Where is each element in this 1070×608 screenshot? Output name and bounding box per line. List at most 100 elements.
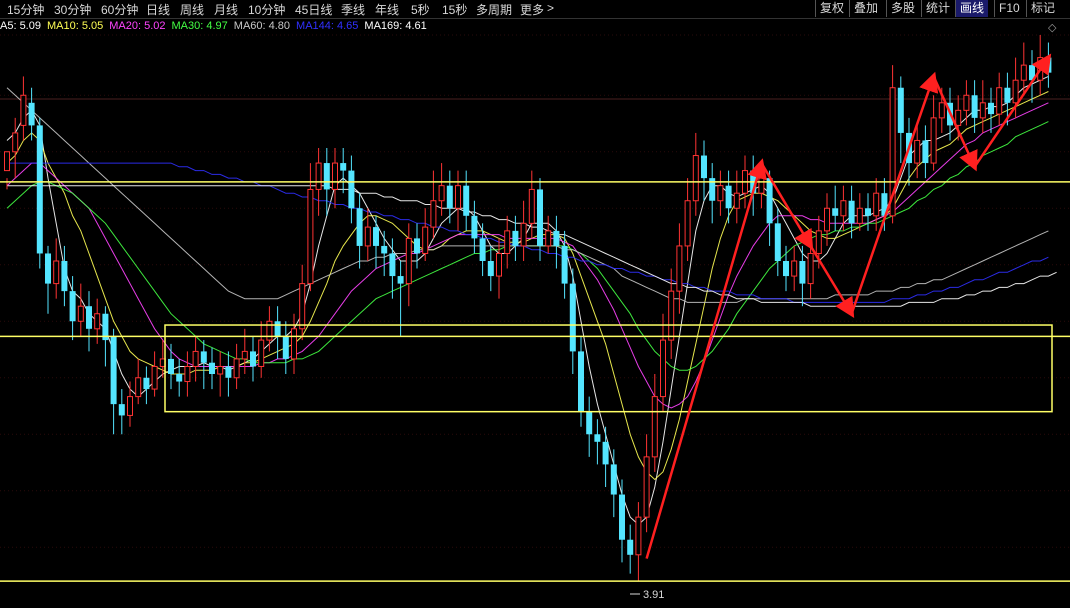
candle-body xyxy=(291,328,297,360)
candle-body xyxy=(381,245,388,254)
candle-body xyxy=(422,226,429,254)
candle-body xyxy=(414,238,420,254)
candle-body xyxy=(815,230,822,254)
candle-body xyxy=(840,200,847,217)
candle-body xyxy=(332,162,338,190)
candle-body xyxy=(151,365,158,390)
candle-body xyxy=(955,109,962,126)
candle-body xyxy=(569,283,576,352)
trend-arrow xyxy=(809,245,855,319)
candle-body xyxy=(996,87,1003,115)
candle-body xyxy=(692,155,699,202)
candle-body xyxy=(897,87,904,133)
candle-body xyxy=(487,261,494,277)
candle-body xyxy=(20,94,27,126)
candle-body xyxy=(168,358,174,374)
candle-body xyxy=(586,411,593,435)
candle-body xyxy=(832,208,839,216)
candle-body xyxy=(69,291,76,322)
candle-body xyxy=(668,290,675,341)
candle-body xyxy=(135,377,142,398)
candle-body xyxy=(110,336,117,405)
candle-body xyxy=(250,351,256,367)
candle-body xyxy=(733,192,740,209)
candle-body xyxy=(561,245,568,284)
candle-body xyxy=(364,226,371,247)
candle-body xyxy=(430,200,437,228)
candle-body xyxy=(873,192,880,217)
candle-body xyxy=(717,185,724,202)
candle-body xyxy=(340,163,347,171)
candle-body xyxy=(479,238,486,261)
consolidation-zone-box xyxy=(164,324,1053,413)
candle-body xyxy=(323,163,330,190)
candle-body xyxy=(610,464,617,495)
candle-body xyxy=(578,351,584,412)
candle-body xyxy=(619,494,625,540)
candle-body xyxy=(184,365,191,383)
candle-body xyxy=(463,185,470,216)
candle-body xyxy=(774,223,781,261)
candle-body xyxy=(94,313,101,330)
candle-body xyxy=(676,245,683,292)
candle-body xyxy=(545,230,552,247)
candle-body xyxy=(701,155,707,179)
candle-body xyxy=(602,441,609,465)
candle-body xyxy=(725,185,732,209)
candle-body xyxy=(1020,64,1027,81)
candle-body xyxy=(914,139,921,164)
candle-body xyxy=(783,261,789,277)
candle-body xyxy=(192,350,199,367)
candle-body xyxy=(86,306,92,329)
candle-body xyxy=(373,227,379,246)
candlestick-chart[interactable] xyxy=(0,0,1070,608)
candle-body xyxy=(807,252,814,285)
candle-body xyxy=(496,252,502,277)
candle-body xyxy=(397,276,404,284)
candle-body xyxy=(405,237,412,285)
candle-body xyxy=(651,396,658,458)
candle-body xyxy=(53,260,60,285)
candle-body xyxy=(512,230,519,246)
candle-body xyxy=(127,396,133,416)
candle-body xyxy=(274,321,281,337)
candle-body xyxy=(627,539,634,555)
candle-body xyxy=(635,516,642,556)
candle-body xyxy=(266,320,273,341)
candle-body xyxy=(520,222,527,247)
candle-body xyxy=(4,151,10,172)
candle-body xyxy=(241,350,248,360)
candle-body xyxy=(791,260,798,277)
candle-body xyxy=(389,253,396,277)
candle-body xyxy=(258,339,265,367)
candle-body xyxy=(979,102,986,119)
candle-body xyxy=(684,200,691,247)
candle-body xyxy=(938,102,945,119)
candle-body xyxy=(824,207,830,232)
candle-body xyxy=(988,102,994,115)
candle-body xyxy=(799,261,806,284)
candle-body xyxy=(1004,87,1011,103)
candle-body xyxy=(299,283,306,330)
candle-body xyxy=(307,188,314,285)
candle-body xyxy=(766,178,773,224)
candle-body xyxy=(61,261,68,292)
candle-body xyxy=(660,339,666,398)
candle-body xyxy=(963,94,970,111)
candle-body xyxy=(438,185,445,202)
candle-body xyxy=(643,456,650,518)
candle-body xyxy=(922,140,929,164)
candle-body xyxy=(36,125,43,254)
candle-body xyxy=(200,351,207,363)
candle-body xyxy=(504,230,511,254)
candle-body xyxy=(528,188,535,224)
candle-body xyxy=(28,102,35,126)
candle-body xyxy=(209,362,215,374)
candle-body xyxy=(225,366,232,378)
candle-body xyxy=(1012,79,1019,104)
candle-body xyxy=(455,185,461,209)
candle-body xyxy=(537,189,543,246)
candle-body xyxy=(356,208,363,246)
candle-body xyxy=(471,215,478,239)
candle-body xyxy=(865,208,871,216)
